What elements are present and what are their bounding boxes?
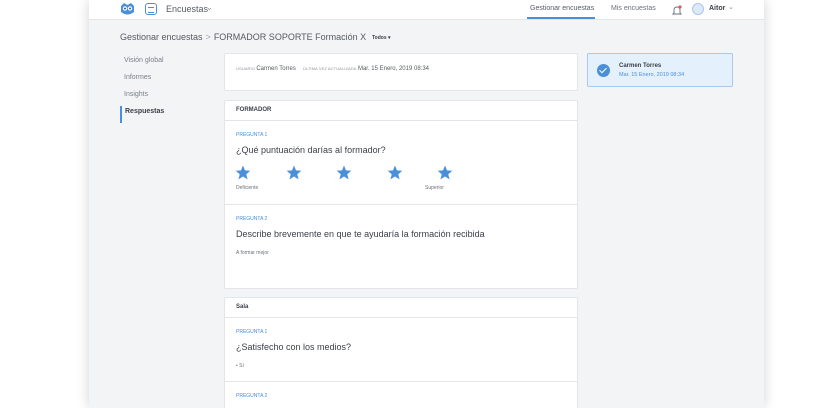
section-formador: FORMADOR PREGUNTA 1 ¿Qué puntuación darí…	[224, 100, 578, 289]
question-number: PREGUNTA 2	[236, 216, 268, 222]
avatar-icon[interactable]	[692, 3, 704, 15]
rating-min-label: Deficiente	[236, 185, 259, 191]
question-text: Describe brevemente en que te ayudaría l…	[236, 229, 485, 239]
bell-icon[interactable]	[671, 3, 683, 15]
app-name[interactable]: Encuestas	[166, 4, 208, 14]
question-card: PREGUNTA 2	[225, 382, 577, 408]
question-number: PREGUNTA 1	[236, 329, 268, 335]
respondent-date: Mar. 15 Enero, 2019 08:34	[619, 72, 685, 78]
star-icon	[235, 165, 251, 180]
question-number: PREGUNTA 1	[236, 132, 268, 138]
nav-gestionar-encuestas[interactable]: Gestionar encuestas	[530, 5, 594, 12]
breadcrumb-current: FORMADOR SOPORTE Formación X	[213, 32, 367, 42]
user-name[interactable]: Aitor	[709, 5, 725, 12]
sidebar-item-informes[interactable]: Informes	[120, 72, 210, 89]
check-circle-icon	[597, 64, 610, 77]
question-card: PREGUNTA 1 ¿Qué puntuación darías al for…	[225, 121, 577, 205]
sidebar-item-vision-global[interactable]: Visión global	[120, 55, 210, 72]
chevron-down-icon[interactable]: ⌄	[206, 3, 213, 12]
respondent-name: Carmen Torres	[619, 63, 662, 69]
nav-active-indicator	[527, 17, 595, 19]
nav-mis-encuestas[interactable]: Mis encuestas	[611, 5, 656, 12]
chevron-down-icon[interactable]: ⌄	[728, 3, 734, 11]
question-card: PREGUNTA 1 ¿Satisfecho con los medios? •…	[225, 318, 577, 382]
question-number: PREGUNTA 2	[236, 393, 268, 399]
star-icon	[286, 165, 302, 180]
updated-key: ÚLTIMA VEZ ACTUALIZADA	[302, 66, 357, 71]
respondent-card[interactable]: Carmen Torres Mar. 15 Enero, 2019 08:34	[587, 53, 733, 87]
response-meta-card: USUARIO Carmen Torres ÚLTIMA VEZ ACTUALI…	[224, 53, 578, 91]
star-icon	[387, 165, 403, 180]
top-navigation-bar: Encuestas ⌄ Gestionar encuestas Mis encu…	[89, 0, 764, 20]
sidebar: Visión global Informes Insights Respuest…	[120, 55, 210, 123]
updated-value: Mar. 15 Enero, 2019 08:34	[357, 66, 430, 72]
rating-max-label: Superior	[425, 185, 444, 191]
section-title: FORMADOR	[225, 101, 577, 121]
response-meta-line: USUARIO Carmen Torres ÚLTIMA VEZ ACTUALI…	[236, 66, 429, 72]
question-text: ¿Satisfecho con los medios?	[236, 342, 352, 352]
question-text: ¿Qué puntuación darías al formador?	[236, 145, 386, 155]
breadcrumb: Gestionar encuestas > FORMADOR SOPORTE For…	[120, 32, 366, 42]
star-icon	[336, 165, 352, 180]
section-sala: Sala PREGUNTA 1 ¿Satisfecho con los medi…	[224, 297, 578, 408]
user-key: USUARIO	[236, 66, 255, 71]
breadcrumb-root[interactable]: Gestionar encuestas	[120, 32, 203, 42]
question-answer: A formar mejor	[236, 250, 269, 256]
app-window: Encuestas ⌄ Gestionar encuestas Mis encu…	[89, 0, 764, 408]
question-answer: • Sí	[236, 363, 244, 369]
section-title: Sala	[225, 298, 577, 318]
sidebar-item-insights[interactable]: Insights	[120, 89, 210, 106]
question-card: PREGUNTA 2 Describe brevemente en que te…	[225, 205, 577, 288]
star-icon	[437, 165, 453, 180]
user-value: Carmen Torres	[256, 66, 296, 72]
breadcrumb-separator: >	[205, 32, 211, 42]
owl-logo-icon[interactable]	[120, 2, 135, 16]
sidebar-item-respuestas[interactable]: Respuestas	[120, 106, 210, 123]
survey-app-icon[interactable]	[145, 3, 157, 15]
filter-dropdown[interactable]: Todos ▾	[372, 35, 391, 41]
